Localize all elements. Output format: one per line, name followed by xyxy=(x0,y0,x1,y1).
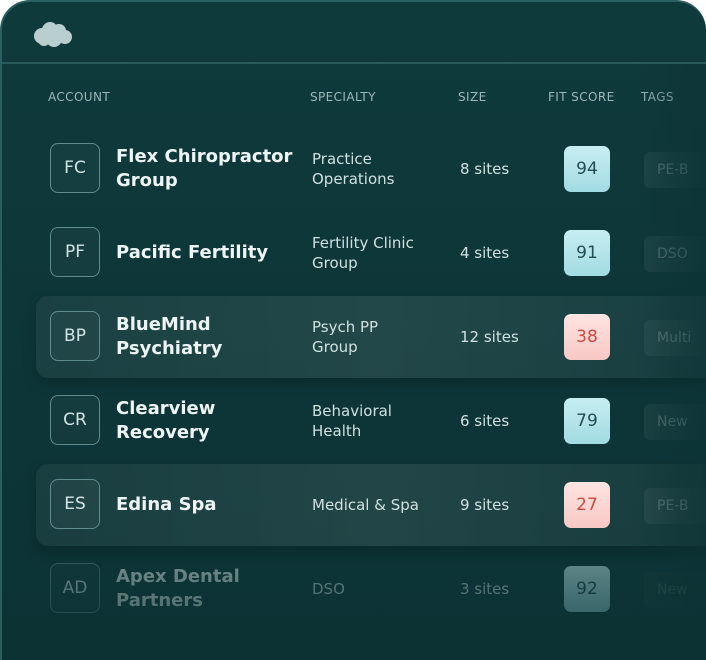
size-cell: 8 sites xyxy=(460,160,510,178)
table-row[interactable]: CR Clearview Recovery Behavioral Health … xyxy=(36,380,706,462)
avatar: ES xyxy=(50,479,100,529)
tag-chip[interactable]: PE-B xyxy=(644,488,706,524)
fit-score-badge: 79 xyxy=(564,398,610,444)
avatar: PF xyxy=(50,227,100,277)
accounts-panel: ACCOUNT SPECIALTY SIZE FIT SCORE TAGS FC… xyxy=(0,0,706,660)
account-name[interactable]: Edina Spa xyxy=(116,464,296,546)
account-name[interactable]: Flex Chiropractor Group xyxy=(116,128,296,210)
fit-score-badge: 94 xyxy=(564,146,610,192)
column-header-tags[interactable]: TAGS xyxy=(641,90,674,104)
account-name[interactable]: BlueMind Psychiatry xyxy=(116,296,296,378)
size-cell: 4 sites xyxy=(460,244,510,262)
table-row[interactable]: AD Apex Dental Partners DSO 3 sites 92 N… xyxy=(36,548,706,630)
specialty-cell: Behavioral Health xyxy=(312,402,392,440)
avatar: CR xyxy=(50,395,100,445)
cloud-logo-icon[interactable] xyxy=(32,20,74,52)
fit-score-badge: 38 xyxy=(564,314,610,360)
fit-score-badge: 92 xyxy=(564,566,610,612)
table-header: ACCOUNT SPECIALTY SIZE FIT SCORE TAGS xyxy=(2,90,706,108)
specialty-cell: Medical & Spa xyxy=(312,496,419,514)
table-row[interactable]: FC Flex Chiropractor Group Practice Oper… xyxy=(36,128,706,210)
fit-score-badge: 27 xyxy=(564,482,610,528)
table-row[interactable]: PF Pacific Fertility Fertility Clinic Gr… xyxy=(36,212,706,294)
column-header-size[interactable]: SIZE xyxy=(458,90,487,104)
tag-chip[interactable]: Multi xyxy=(644,320,706,356)
account-name[interactable]: Apex Dental Partners xyxy=(116,548,296,630)
tag-chip[interactable]: DSO xyxy=(644,236,706,272)
tag-chip[interactable]: PE-B xyxy=(644,152,706,188)
specialty-cell: DSO xyxy=(312,580,345,598)
size-cell: 12 sites xyxy=(460,328,519,346)
size-cell: 6 sites xyxy=(460,412,510,430)
account-name[interactable]: Clearview Recovery xyxy=(116,380,296,462)
specialty-cell: Practice Operations xyxy=(312,150,395,188)
column-header-specialty[interactable]: SPECIALTY xyxy=(310,90,376,104)
account-name[interactable]: Pacific Fertility xyxy=(116,212,296,294)
avatar: AD xyxy=(50,563,100,613)
tag-chip[interactable]: New xyxy=(644,404,706,440)
column-header-fit-score[interactable]: FIT SCORE xyxy=(548,90,615,104)
tag-chip[interactable]: New xyxy=(644,572,706,608)
top-bar xyxy=(2,2,706,64)
fit-score-badge: 91 xyxy=(564,230,610,276)
size-cell: 9 sites xyxy=(460,496,510,514)
table-row[interactable]: BP BlueMind Psychiatry Psych PP Group 12… xyxy=(36,296,706,378)
column-header-account[interactable]: ACCOUNT xyxy=(48,90,110,104)
table-row[interactable]: ES Edina Spa Medical & Spa 9 sites 27 PE… xyxy=(36,464,706,546)
avatar: BP xyxy=(50,311,100,361)
specialty-cell: Fertility Clinic Group xyxy=(312,234,414,272)
avatar: FC xyxy=(50,143,100,193)
size-cell: 3 sites xyxy=(460,580,510,598)
specialty-cell: Psych PP Group xyxy=(312,318,379,356)
